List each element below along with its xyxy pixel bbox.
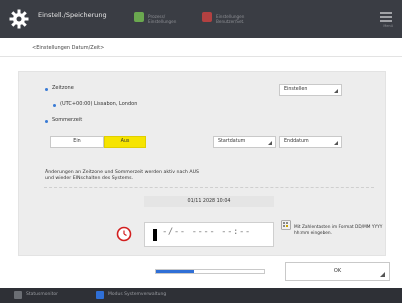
timezone-set-button-label: Einstellen: [284, 87, 308, 92]
timezone-label: Zeitzone: [52, 85, 74, 91]
corner-arrow-icon: [380, 272, 385, 277]
clock-alert-icon: [116, 226, 132, 242]
text-cursor: [153, 229, 157, 241]
divider: [0, 56, 402, 57]
menu-icon[interactable]: [380, 12, 392, 25]
dashed-divider: [44, 187, 374, 188]
end-date-button[interactable]: Enddatum: [279, 136, 342, 148]
header-item-process[interactable]: Prozess/ Einstellungen: [134, 12, 177, 24]
input-format-hint: Mit Zahlentasten im Format DD/MM YYYY hh…: [294, 225, 383, 236]
restart-note: Änderungen an Zeitzone und Sommerzeit we…: [45, 170, 200, 181]
puzzle-icon: [134, 12, 144, 22]
corner-arrow-icon: [334, 89, 338, 93]
dst-label: Sommerzeit: [52, 117, 83, 123]
current-datetime: 01/11 2028 10:04: [144, 196, 274, 207]
timezone-value: (UTC+00:00) Lissabon, London: [60, 101, 138, 107]
menu-label: Menü: [383, 24, 393, 28]
bullet-icon: [53, 104, 56, 107]
bullet-icon: [45, 120, 48, 123]
corner-arrow-icon: [334, 141, 338, 145]
status-monitor-label[interactable]: Statusmonitor: [26, 292, 58, 297]
header-item-user-settings-label: Einstellungen Benutzer/Set.: [216, 14, 245, 24]
page-subheading: <Einstellungen Datum/Zeit>: [32, 45, 105, 51]
settings-tag-icon: [202, 12, 212, 22]
status-monitor-icon[interactable]: [14, 291, 22, 299]
dst-on-toggle[interactable]: Ein: [50, 136, 104, 148]
bullet-icon: [45, 88, 48, 91]
ok-button-label: OK: [333, 268, 342, 274]
corner-arrow-icon: [268, 141, 272, 145]
datetime-input-mask: -/-- ---- --:--: [162, 227, 251, 237]
step-progress-bar: [155, 269, 265, 274]
header-item-process-label: Prozess/ Einstellungen: [148, 14, 177, 24]
top-bar: Einstell./Speicherung Prozess/ Einstellu…: [0, 0, 402, 38]
app-title: Einstell./Speicherung: [38, 11, 107, 19]
admin-mode-icon: [96, 291, 104, 299]
timezone-set-button[interactable]: Einstellen: [279, 84, 342, 96]
progress-fill: [156, 270, 194, 273]
datetime-input[interactable]: -/-- ---- --:--: [144, 222, 274, 247]
start-date-button-label: Startdatum: [218, 139, 246, 144]
status-bar: Statusmonitor Modus Systemverwaltung: [0, 288, 402, 303]
dst-off-toggle[interactable]: Aus: [104, 136, 146, 148]
admin-mode-label: Modus Systemverwaltung: [108, 292, 167, 297]
start-date-button[interactable]: Startdatum: [213, 136, 276, 148]
ok-button[interactable]: OK: [285, 262, 390, 281]
settings-gear-icon: [8, 8, 30, 30]
header-item-user-settings[interactable]: Einstellungen Benutzer/Set.: [202, 12, 245, 24]
keypad-hint-icon: [281, 220, 291, 230]
end-date-button-label: Enddatum: [284, 139, 309, 144]
